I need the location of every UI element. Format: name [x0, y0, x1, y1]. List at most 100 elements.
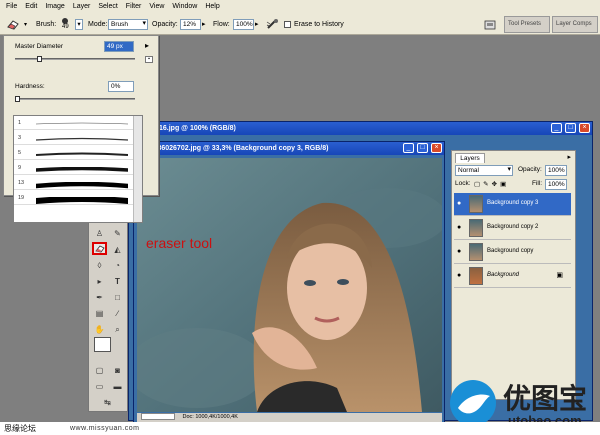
file-browser-button[interactable] — [484, 13, 496, 35]
layer-name: Background — [487, 272, 520, 278]
brush-preset-item[interactable]: 9 — [14, 161, 134, 175]
tool-preset-picker[interactable]: ▾ — [6, 13, 27, 35]
airbrush-toggle[interactable] — [266, 13, 280, 35]
brush-preset-item[interactable]: 13 — [14, 176, 134, 190]
standard-mode-icon[interactable]: ▢ — [92, 364, 107, 377]
flow-arrow-icon[interactable]: ▸ — [255, 20, 259, 28]
menu-select[interactable]: Select — [94, 0, 121, 13]
brush-preset-number: 13 — [18, 180, 25, 186]
layer-row-background-copy[interactable]: ● Background copy — [454, 241, 571, 264]
brush-stroke-preview — [36, 122, 128, 125]
brush-menu-arrow-icon[interactable]: ▸ — [145, 41, 149, 50]
layer-opacity-input[interactable]: 100% — [545, 165, 567, 176]
menu-window[interactable]: Window — [168, 0, 201, 13]
lock-position-icon[interactable]: ✥ — [492, 180, 497, 188]
layer-row-background-copy-2[interactable]: ● Background copy 2 — [454, 217, 571, 240]
layer-row-background-copy-3[interactable]: ● Background copy 3 — [454, 193, 571, 216]
menu-edit[interactable]: Edit — [21, 0, 41, 13]
hardness-slider[interactable] — [15, 98, 135, 100]
menu-help[interactable]: Help — [201, 0, 223, 13]
blend-mode-select[interactable]: Normal — [455, 165, 513, 176]
erase-to-history-checkbox[interactable]: Erase to History — [284, 13, 344, 35]
master-diameter-input[interactable]: 49 px — [104, 41, 134, 52]
hardness-slider-thumb[interactable] — [15, 96, 20, 102]
zoom-tool-icon[interactable]: ⌕ — [110, 323, 125, 336]
brush-preset-number: 1 — [18, 120, 22, 126]
hardness-input[interactable]: 0% — [108, 81, 134, 92]
image-canvas[interactable]: eraser tool — [137, 158, 442, 412]
eye-icon[interactable]: ● — [457, 272, 461, 279]
path-selection-icon[interactable]: ▸ — [92, 275, 107, 288]
zoom-field[interactable] — [141, 413, 175, 421]
flow-input-value: 100% — [233, 18, 254, 30]
maximize-button[interactable]: □ — [565, 123, 576, 133]
brush-preset-item[interactable]: 1 — [14, 116, 134, 130]
airbrush-icon — [266, 19, 278, 29]
menu-file[interactable]: File — [2, 0, 21, 13]
brush-preset-list[interactable]: 1 3 5 9 13 19 — [13, 115, 143, 223]
opacity-arrow-icon[interactable]: ▸ — [202, 20, 206, 28]
minimize-button[interactable]: _ — [403, 143, 414, 153]
type-tool-icon[interactable]: T — [110, 275, 125, 288]
mode-select[interactable]: Brush — [108, 13, 148, 35]
pen-tool-icon[interactable]: ✒ — [92, 291, 107, 304]
foreground-color-swatch[interactable] — [94, 337, 111, 352]
dodge-tool-icon[interactable]: ◔ — [110, 259, 125, 272]
quick-mask-icon[interactable]: ◙ — [110, 364, 125, 377]
tab-layer-comps[interactable]: Layer Comps — [552, 16, 598, 33]
lock-transparency-icon[interactable]: ▢ — [474, 180, 480, 188]
eyedropper-icon[interactable]: ∕ — [110, 307, 125, 320]
panel-menu-arrow-icon[interactable]: ▸ — [567, 153, 571, 161]
new-preset-icon[interactable]: ▪ — [145, 56, 153, 63]
history-brush-icon[interactable]: ✎ — [110, 227, 125, 240]
document-title-front[interactable]: 2746_36026702.jpg @ 33,3% (Background co… — [134, 142, 444, 155]
eraser-tool-button[interactable] — [92, 242, 107, 255]
brush-stroke-preview — [36, 197, 128, 204]
brush-preset-item[interactable]: 19 — [14, 191, 134, 205]
eye-icon[interactable]: ● — [457, 224, 461, 231]
shape-tool-icon[interactable]: □ — [110, 291, 125, 304]
menu-filter[interactable]: Filter — [122, 0, 146, 13]
brush-preset-item[interactable]: 5 — [14, 146, 134, 160]
blur-tool-icon[interactable]: ◊ — [92, 259, 107, 272]
screen-mode-full-icon[interactable]: ▬ — [110, 380, 125, 393]
brush-stroke-preview — [36, 182, 128, 189]
close-button[interactable]: × — [579, 123, 590, 133]
eye-icon[interactable]: ● — [457, 248, 461, 255]
imageready-icon[interactable]: ↹ — [100, 396, 115, 409]
menu-bar: File Edit Image Layer Select Filter View… — [0, 0, 600, 13]
screen-mode-standard-icon[interactable]: ▭ — [92, 380, 107, 393]
lock-all-icon[interactable]: ▣ — [500, 180, 506, 188]
close-button[interactable]: × — [431, 143, 442, 153]
brush-list-scrollbar[interactable] — [133, 116, 142, 222]
master-diameter-slider-thumb[interactable] — [36, 56, 42, 62]
forum-url: www.missyuan.com — [70, 425, 140, 432]
document-status-bar: Doc: 1000,4K/1000,4K — [137, 413, 442, 422]
hand-tool-icon[interactable]: ✋ — [92, 323, 107, 336]
maximize-button[interactable]: □ — [417, 143, 428, 153]
menu-layer[interactable]: Layer — [69, 0, 95, 13]
layer-name: Background copy — [487, 248, 534, 254]
brush-preset-item[interactable]: 3 — [14, 131, 134, 145]
master-diameter-slider[interactable] — [15, 58, 135, 60]
tab-layers[interactable]: Layers — [455, 153, 485, 163]
fill-input[interactable]: 100% — [545, 179, 567, 190]
flow-input[interactable]: 100% ▸ — [233, 13, 259, 35]
lock-image-icon[interactable]: ✎ — [483, 180, 488, 188]
paint-bucket-icon[interactable]: ◭ — [110, 243, 125, 256]
minimize-button[interactable]: _ — [551, 123, 562, 133]
eraser-tool-annotation: eraser tool — [146, 235, 213, 251]
opacity-input[interactable]: 12% ▸ — [180, 13, 206, 35]
menu-image[interactable]: Image — [41, 0, 68, 13]
layer-opacity-label: Opacity: — [518, 166, 542, 173]
eye-icon[interactable]: ● — [457, 200, 461, 207]
menu-view[interactable]: View — [145, 0, 168, 13]
checkbox-box — [284, 20, 291, 28]
tab-tool-presets[interactable]: Tool Presets — [504, 16, 550, 33]
layer-row-background[interactable]: ● Background ▣ — [454, 265, 571, 288]
document-title-back[interactable]: 16.jpg @ 100% (RGB/8) — [129, 122, 592, 135]
clone-stamp-icon[interactable]: ♙ — [92, 227, 107, 240]
notes-tool-icon[interactable]: ▤ — [92, 307, 107, 320]
brush-dropdown-button[interactable]: ▾ — [75, 13, 83, 35]
brush-preview[interactable]: 49 — [62, 13, 69, 35]
